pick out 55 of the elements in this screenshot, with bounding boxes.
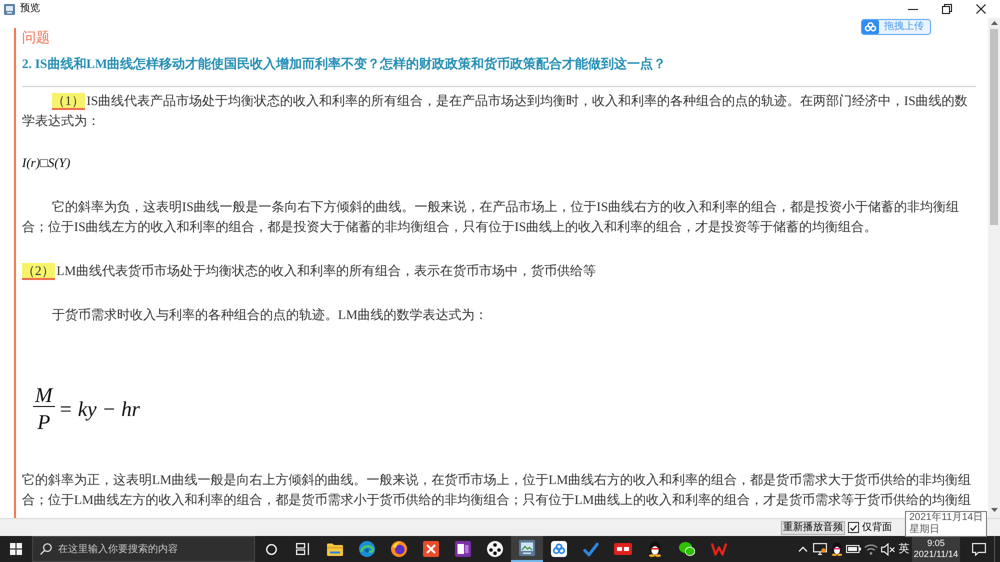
- scrollbar-thumb[interactable]: [990, 29, 998, 225]
- chat-bubbles-icon: [679, 542, 695, 556]
- penguin-icon: [648, 541, 662, 557]
- checkmark-icon: [850, 524, 857, 530]
- paragraph: （2）LM曲线代表货币市场处于均衡状态的收入和利率的所有组合，表示在货币市场中，货币供给等: [22, 262, 597, 281]
- dots-circle-icon: [487, 541, 503, 557]
- chevron-up-icon[interactable]: [798, 546, 808, 552]
- cross-tile-icon: [423, 541, 439, 557]
- zigzag-icon: [711, 542, 727, 556]
- formula-expression: = ky − hr: [58, 396, 140, 420]
- window-title: 预览: [20, 3, 40, 15]
- tooltip-text: 2021年11月14日: [909, 512, 983, 524]
- fraction-numerator: M: [33, 384, 54, 407]
- cloud-icon: [862, 20, 879, 34]
- notebook-icon: [455, 541, 471, 557]
- paragraph: （1）IS曲线代表产品市场处于均衡状态的收入和利率的所有组合，是在产品市场达到均衡时，收入和利率的各种组合的点的轨迹。在两部门经济中，IS曲线的数学表达式为：: [22, 92, 969, 130]
- task-view-icon: [296, 543, 310, 555]
- checkbox-label: 仅背面: [862, 522, 892, 534]
- section-label: 问题: [22, 30, 51, 48]
- folder-icon: [327, 542, 343, 556]
- monitor-icon[interactable]: [812, 543, 826, 555]
- muted-speaker-icon[interactable]: [880, 542, 894, 556]
- app-icon: [4, 4, 15, 14]
- circle-icon: [266, 544, 276, 554]
- wifi-icon[interactable]: [864, 543, 878, 555]
- fox-icon: [391, 541, 407, 557]
- taskbar-button[interactable]: [511, 536, 543, 562]
- cloud-icon: [551, 541, 567, 557]
- restore-icon[interactable]: [942, 4, 952, 14]
- formula-text: I(r)□S(Y): [22, 154, 70, 172]
- replay-audio-button[interactable]: 重新播放音频: [781, 520, 845, 534]
- question-title: 2. IS曲线和LM曲线怎样移动才能使国民收入增加而利率不变？怎样的财政政策和货币政策配合才能做到这一点？: [22, 55, 668, 73]
- checkbox[interactable]: [848, 522, 859, 533]
- scrollbar[interactable]: [988, 18, 1000, 518]
- paragraph: 它的斜率为正，这表明LM曲线一般是向右上方倾斜的曲线。一般来说，在货币市场上，位于LM曲线右方的收入和利率的组合，都是货币需求大于货币供给的非均衡组合；位于LM曲线左方的收入和利率的组合，都是货币需求小于货币供给的非均衡组合；只有位于LM曲线上的收入和利率的组合，才是货币需求等于货币供给的均衡组: [22, 471, 972, 509]
- four-squares-icon[interactable]: [10, 543, 22, 555]
- clock-button[interactable]: 9:05 2021/11/14: [912, 536, 960, 562]
- input-method-indicator[interactable]: 英: [896, 542, 912, 556]
- fraction-denominator: P: [36, 409, 52, 433]
- checkmark-icon: [583, 542, 599, 556]
- scroll-down-icon[interactable]: [990, 508, 998, 512]
- scroll-up-icon[interactable]: [990, 21, 998, 25]
- notification-icon[interactable]: [972, 542, 986, 556]
- search-field[interactable]: 在这里输入你要搜索的内容: [32, 536, 255, 562]
- penguin-icon[interactable]: [830, 542, 842, 556]
- tile-icon: [614, 543, 632, 555]
- minimize-icon[interactable]: [908, 8, 918, 10]
- swirl-icon: [359, 541, 375, 557]
- picture-window-icon: [519, 540, 535, 556]
- tooltip-text: 星期日: [909, 524, 940, 536]
- paragraph: 于货币需求时收入与利率的各种组合的点的轨迹。LM曲线的数学表达式为：: [51, 306, 488, 324]
- battery-icon[interactable]: [846, 545, 861, 553]
- paragraph: 它的斜率为负，这表明IS曲线一般是一条向右下方倾斜的曲线。一般来说，在产品市场上，位于IS曲线右方的收入和利率的组合，都是投资小于储蓄的非均衡组合；位于IS曲线左方的收入和利率的组合，都是投资大于储蓄的非均衡组合，只有位于IS曲线上的收入和利率的组合，才是投资等于储蓄的均衡组合。: [22, 198, 960, 236]
- search-icon: [40, 543, 52, 555]
- close-icon[interactable]: [976, 4, 986, 14]
